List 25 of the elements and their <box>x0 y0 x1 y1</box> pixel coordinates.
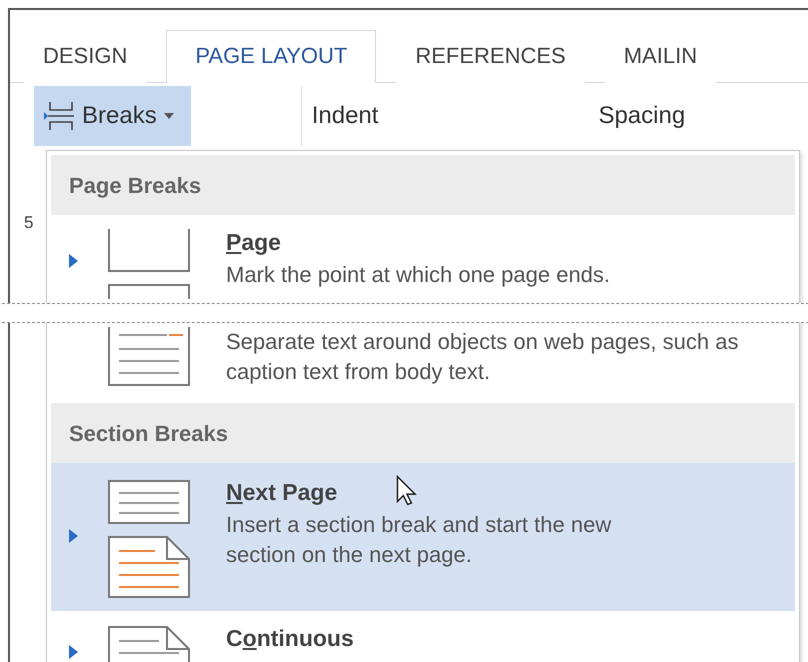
next-page-icon <box>106 479 190 599</box>
item-title: Continuous <box>226 625 355 652</box>
section-header: Section Breaks <box>51 403 795 463</box>
breaks-icon <box>42 101 76 131</box>
item-description: Mark the point at which one page ends. <box>226 261 612 289</box>
marker-icon <box>69 529 79 543</box>
item-title: Next Page <box>226 479 338 506</box>
ribbon-tab[interactable]: PAGE LAYOUT <box>166 30 376 83</box>
marker-icon <box>69 645 79 659</box>
indent-label: Indent <box>312 102 378 130</box>
menu-item[interactable]: Next Page Insert a section break and start the new section on the next page. <box>51 463 795 611</box>
section-header: Page Breaks <box>51 155 795 215</box>
menu-item[interactable]: Page Mark the point at which one page ends. <box>51 215 795 303</box>
ribbon-text: 5 <box>24 213 34 233</box>
item-description: Separate text around objects on web pages, such as caption text from body text. <box>226 328 740 386</box>
page-break-icon <box>106 229 190 299</box>
menu-item[interactable]: Continuous <box>51 611 795 662</box>
item-description: Insert a section break and start the new section on the next page. <box>226 511 612 569</box>
marker-icon <box>69 254 79 268</box>
menu-item[interactable]: Separate text around objects on web pages, such as caption text from body text. <box>51 323 795 399</box>
item-title: Page <box>226 229 282 256</box>
caret-icon <box>162 112 175 120</box>
breaks-button[interactable]: Breaks <box>34 86 191 146</box>
text-wrapping-icon <box>106 327 190 387</box>
spacing-label: Spacing <box>598 102 686 130</box>
